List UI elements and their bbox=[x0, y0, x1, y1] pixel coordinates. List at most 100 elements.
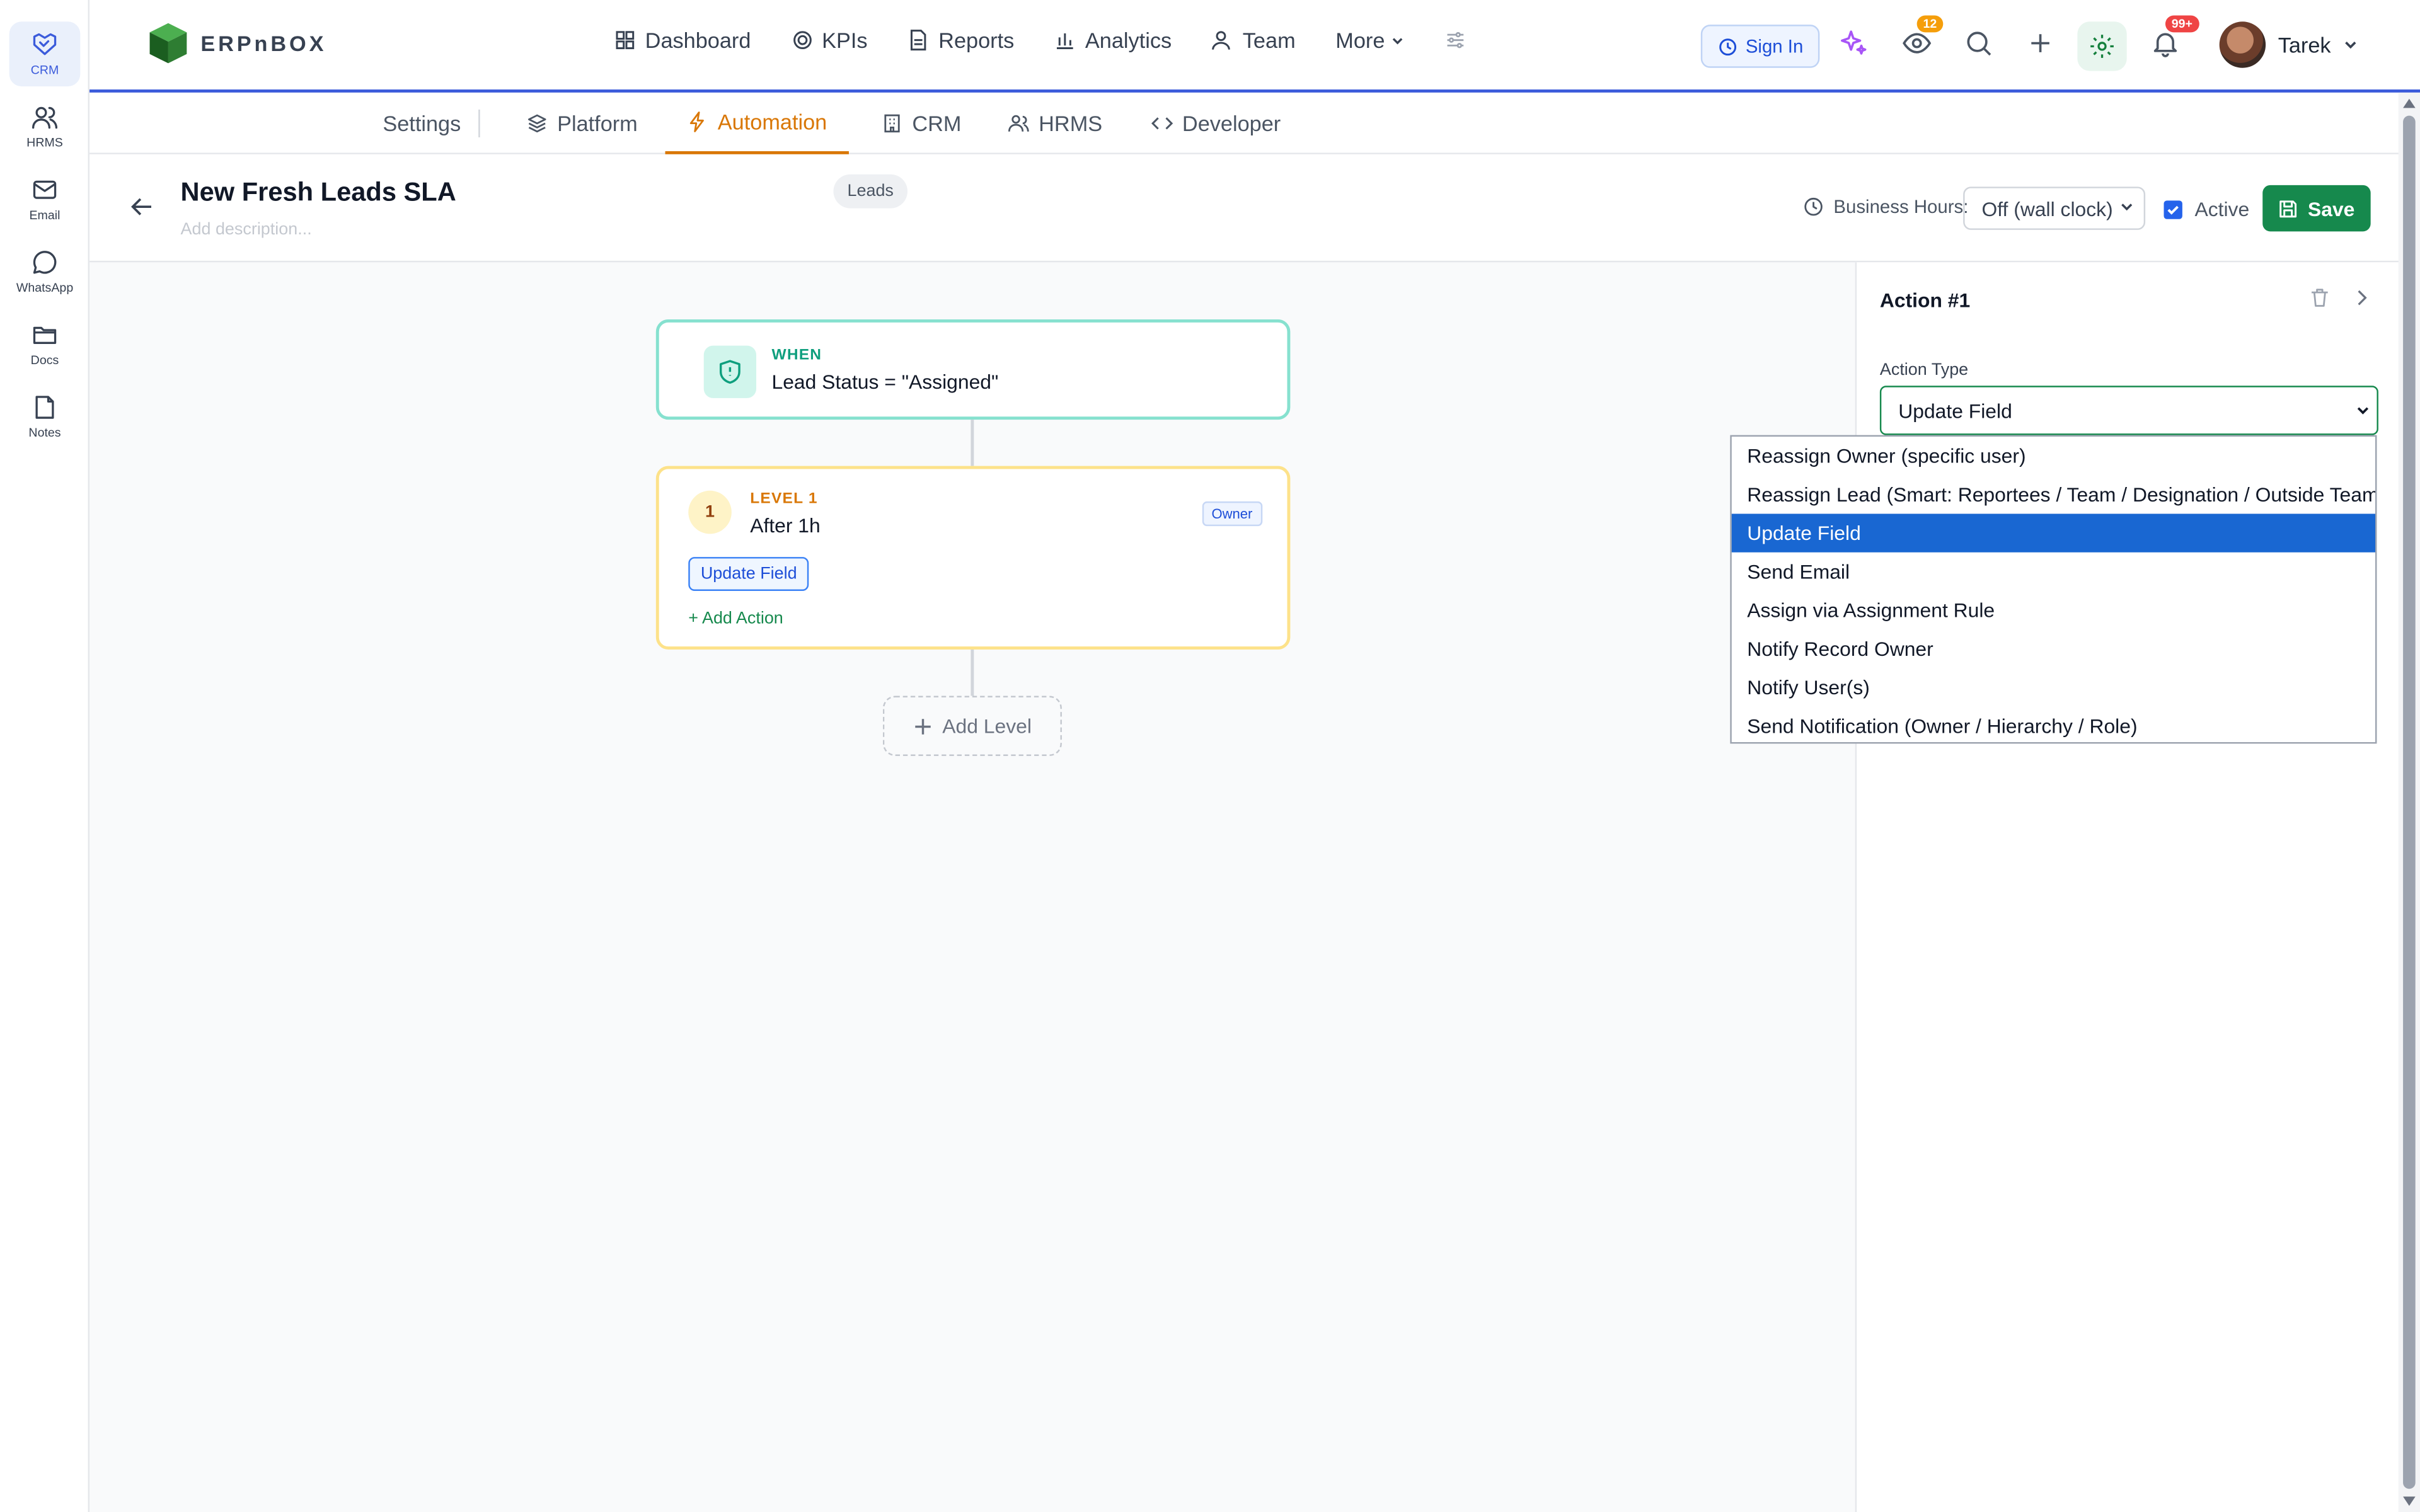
rail-item-crm[interactable]: CRM bbox=[9, 21, 81, 87]
tab-label: Settings bbox=[383, 111, 461, 136]
description-field[interactable]: Add description... bbox=[181, 220, 312, 239]
trigger-label: WHEN bbox=[771, 347, 822, 364]
option-assign-via-rule[interactable]: Assign via Assignment Rule bbox=[1732, 591, 2375, 629]
rail-item-whatsapp[interactable]: WhatsApp bbox=[9, 239, 81, 304]
page-scrollbar[interactable] bbox=[2398, 92, 2420, 1512]
option-reassign-lead[interactable]: Reassign Lead (Smart: Reportees / Team /… bbox=[1732, 475, 2375, 513]
option-send-email[interactable]: Send Email bbox=[1732, 553, 2375, 591]
option-update-field[interactable]: Update Field bbox=[1731, 513, 2376, 553]
brand-wordmark: ERPnBOX bbox=[200, 30, 327, 56]
notifications-button[interactable]: 99+ bbox=[2150, 15, 2199, 62]
nav-analytics[interactable]: Analytics bbox=[1054, 28, 1172, 52]
app-rail: CRM HRMS Email WhatsApp Docs Notes bbox=[0, 0, 90, 1512]
rail-item-notes[interactable]: Notes bbox=[9, 384, 81, 449]
tab-settings[interactable]: Settings bbox=[383, 93, 461, 154]
rail-label: WhatsApp bbox=[16, 280, 74, 295]
chevron-right-icon[interactable] bbox=[2351, 287, 2372, 309]
shield-icon bbox=[719, 360, 740, 384]
document-icon bbox=[911, 30, 926, 51]
action-chip[interactable]: Update Field bbox=[688, 557, 810, 591]
business-hours-select[interactable]: Off (wall clock) bbox=[1963, 186, 2146, 230]
module-pill: Leads bbox=[833, 174, 908, 209]
rail-label: Email bbox=[29, 208, 60, 222]
trash-icon[interactable] bbox=[2309, 287, 2331, 309]
scroll-up-arrow[interactable] bbox=[2403, 98, 2416, 108]
level-card[interactable]: 1 LEVEL 1 After 1h Owner Update Field + … bbox=[655, 466, 1291, 650]
tab-platform[interactable]: Platform bbox=[526, 93, 638, 154]
add-level-label: Add Level bbox=[942, 714, 1032, 738]
chevron-down-icon bbox=[2121, 203, 2133, 211]
chat-icon bbox=[33, 251, 57, 274]
scroll-down-arrow[interactable] bbox=[2403, 1496, 2416, 1506]
nav-label: KPIs bbox=[822, 28, 868, 53]
ai-sparkle-button[interactable] bbox=[1838, 28, 1872, 62]
tab-label: Platform bbox=[557, 111, 638, 136]
level-number: 1 bbox=[688, 490, 732, 534]
nav-label: Team bbox=[1242, 28, 1296, 53]
user-name: Tarek bbox=[2278, 32, 2331, 57]
rail-item-email[interactable]: Email bbox=[9, 166, 81, 231]
option-send-notification[interactable]: Send Notification (Owner / Hierarchy / R… bbox=[1732, 707, 2375, 745]
tab-automation[interactable]: Automation bbox=[665, 93, 849, 154]
tab-hrms[interactable]: HRMS bbox=[1008, 93, 1102, 154]
rail-item-hrms[interactable]: HRMS bbox=[9, 94, 81, 159]
nav-reports[interactable]: Reports bbox=[908, 28, 1014, 52]
add-action-button[interactable]: + Add Action bbox=[688, 609, 783, 627]
check-icon bbox=[2167, 205, 2179, 214]
create-button[interactable] bbox=[2025, 28, 2059, 62]
nav-team[interactable]: Team bbox=[1212, 28, 1296, 52]
brand-logo[interactable]: ERPnBOX bbox=[145, 20, 326, 66]
trigger-condition: Lead Status = "Assigned" bbox=[771, 370, 999, 394]
search-button[interactable] bbox=[1963, 28, 1997, 62]
action-type-label: Action Type bbox=[1879, 361, 1969, 380]
trigger-card[interactable]: WHEN Lead Status = "Assigned" bbox=[655, 319, 1291, 420]
scroll-thumb[interactable] bbox=[2403, 115, 2416, 1489]
option-reassign-owner[interactable]: Reassign Owner (specific user) bbox=[1732, 437, 2375, 475]
users-icon bbox=[1008, 115, 1029, 132]
tab-developer[interactable]: Developer bbox=[1151, 93, 1281, 154]
level-label: LEVEL 1 bbox=[750, 490, 818, 508]
avatar bbox=[2219, 21, 2266, 68]
active-checkbox[interactable] bbox=[2164, 200, 2182, 219]
option-notify-record-owner[interactable]: Notify Record Owner bbox=[1732, 629, 2375, 668]
nav-kpis[interactable]: KPIs bbox=[791, 28, 868, 53]
nav-more-dropdown[interactable]: More bbox=[1335, 28, 1405, 52]
action-type-select[interactable]: Update Field bbox=[1879, 386, 2378, 435]
sla-editor-header: New Fresh Leads SLA Add description... L… bbox=[89, 154, 2420, 263]
settings-button[interactable] bbox=[2077, 21, 2127, 71]
user-menu[interactable]: Tarek bbox=[2219, 21, 2359, 68]
page-title[interactable]: New Fresh Leads SLA bbox=[181, 178, 456, 209]
tab-divider bbox=[478, 109, 480, 137]
tab-label: CRM bbox=[912, 111, 962, 136]
option-notify-users[interactable]: Notify User(s) bbox=[1732, 668, 2375, 706]
handshake-icon bbox=[33, 33, 57, 55]
panel-title: Action #1 bbox=[1879, 288, 1971, 312]
tab-label: Developer bbox=[1182, 111, 1281, 136]
sliders-icon[interactable] bbox=[1445, 30, 1466, 51]
business-hours-value: Off (wall clock) bbox=[1981, 197, 2113, 220]
floppy-icon bbox=[2279, 200, 2297, 217]
active-toggle[interactable]: Active bbox=[2164, 197, 2249, 220]
cube-logo-icon bbox=[149, 23, 187, 64]
users-icon bbox=[32, 106, 58, 129]
clock-icon bbox=[1719, 38, 1737, 55]
nav-label: Reports bbox=[938, 28, 1015, 53]
tab-crm[interactable]: CRM bbox=[881, 93, 961, 154]
building-icon bbox=[884, 114, 900, 133]
watch-button[interactable]: 12 bbox=[1901, 15, 1944, 62]
grid-icon bbox=[616, 31, 635, 50]
nav-dashboard[interactable]: Dashboard bbox=[614, 28, 751, 52]
chevron-down-icon bbox=[1393, 37, 1403, 44]
search-icon bbox=[1967, 32, 1991, 56]
save-button[interactable]: Save bbox=[2262, 185, 2371, 232]
rail-item-docs[interactable]: Docs bbox=[9, 312, 81, 377]
gear-icon bbox=[2090, 35, 2114, 58]
sign-in-button[interactable]: Sign In bbox=[1700, 25, 1821, 68]
add-level-button[interactable]: Add Level bbox=[882, 696, 1062, 757]
business-hours-text: Business Hours: bbox=[1833, 196, 1969, 218]
flow-connector bbox=[971, 420, 974, 466]
arrow-left-icon[interactable] bbox=[130, 195, 154, 219]
app-window: CRM HRMS Email WhatsApp Docs Notes ERPnB… bbox=[0, 0, 2420, 1512]
top-header: ERPnBOX Dashboard KPIs Reports Analytics… bbox=[89, 0, 2420, 93]
plus-icon bbox=[2031, 34, 2049, 52]
